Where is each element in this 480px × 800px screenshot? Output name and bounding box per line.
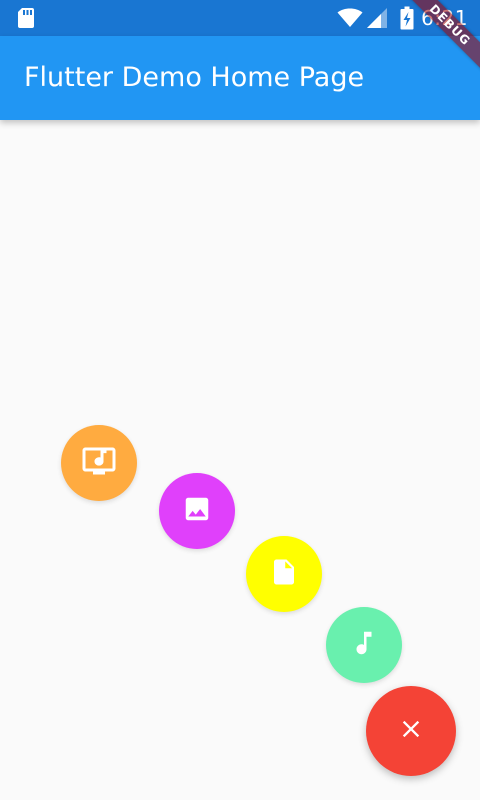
- file-fab-button[interactable]: [246, 536, 322, 612]
- image-fab-button[interactable]: [159, 473, 235, 549]
- music-note-fab-button[interactable]: [326, 607, 402, 683]
- battery-charging-icon: [398, 0, 416, 36]
- sd-card-icon: [14, 0, 38, 36]
- close-fab-button[interactable]: [366, 686, 456, 776]
- cell-signal-icon: [364, 0, 390, 36]
- page-title: Flutter Demo Home Page: [24, 62, 365, 93]
- music-note-icon: [349, 628, 379, 663]
- music-video-icon: [81, 443, 117, 484]
- status-bar: 6:21: [0, 0, 480, 36]
- file-icon: [269, 557, 299, 592]
- app-bar: Flutter Demo Home Page: [0, 36, 480, 120]
- close-icon: [397, 715, 425, 748]
- wifi-icon: [336, 0, 364, 36]
- music-video-fab-button[interactable]: [61, 425, 137, 501]
- status-time: 6:21: [421, 6, 468, 30]
- image-icon: [182, 494, 212, 529]
